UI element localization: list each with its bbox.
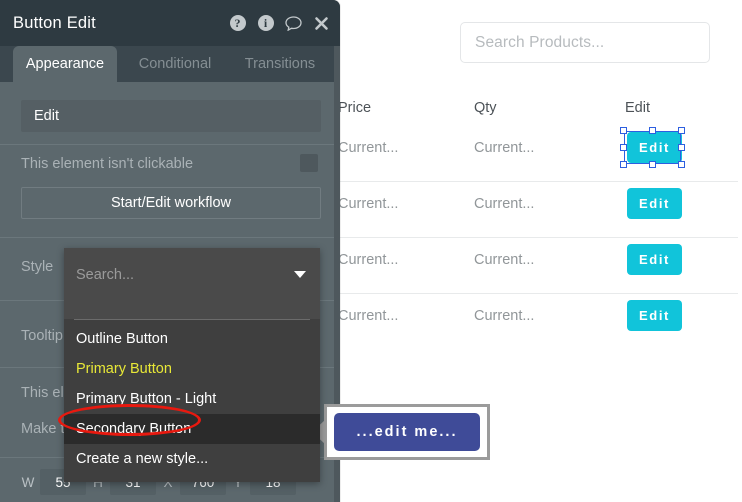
table-row: Current... Current... Edit: [330, 294, 742, 350]
section-divider: [0, 237, 340, 238]
cell-price: Current...: [338, 196, 399, 212]
row-edit-button[interactable]: Edit: [627, 244, 682, 275]
tab-appearance[interactable]: Appearance: [13, 46, 117, 82]
search-products-placeholder: Search Products...: [475, 33, 605, 51]
style-search-input[interactable]: Search...: [64, 248, 320, 301]
tab-transitions[interactable]: Transitions: [230, 46, 330, 82]
chevron-down-icon[interactable]: [294, 271, 306, 278]
style-option-primary-button-light[interactable]: Primary Button - Light: [64, 384, 320, 414]
comment-icon[interactable]: [285, 15, 302, 32]
table-row: Current... Current... Edit: [330, 238, 742, 294]
table-row: Current... Current... Edit: [330, 182, 742, 238]
preview-button: ...edit me...: [334, 413, 480, 451]
table-header-price: Price: [338, 100, 372, 116]
button-text-input[interactable]: Edit: [21, 100, 321, 132]
close-icon[interactable]: [313, 15, 330, 32]
resize-handle-top-left[interactable]: [620, 127, 627, 134]
dropdown-spacer: [64, 301, 320, 319]
not-clickable-label: This element isn't clickable: [21, 156, 194, 172]
cell-price: Current...: [338, 140, 399, 156]
style-preview-popup: ...edit me...: [324, 404, 490, 460]
style-dropdown[interactable]: Search... Outline Button Primary Button …: [64, 248, 320, 482]
selection-handles[interactable]: [620, 127, 685, 168]
table-header-edit: Edit: [625, 100, 650, 116]
section-divider: [0, 144, 340, 145]
style-option-list: Outline Button Primary Button Primary Bu…: [64, 320, 320, 482]
resize-handle-bottom-right[interactable]: [678, 161, 685, 168]
table-header-qty: Qty: [474, 100, 497, 116]
start-edit-workflow-button[interactable]: Start/Edit workflow: [21, 187, 321, 219]
search-products-input[interactable]: Search Products...: [460, 22, 710, 63]
row-edit-button[interactable]: Edit: [627, 300, 682, 331]
style-label: Style: [21, 259, 54, 275]
page-title: Button Edit: [13, 13, 96, 32]
style-option-outline-button[interactable]: Outline Button: [64, 324, 320, 354]
resize-handle-top-center[interactable]: [648, 127, 656, 134]
cell-price: Current...: [338, 308, 399, 324]
row-edit-button[interactable]: Edit: [627, 188, 682, 219]
info-icon[interactable]: i: [257, 15, 274, 32]
resize-handle-top-right[interactable]: [678, 127, 685, 134]
help-icon[interactable]: ?: [229, 15, 246, 32]
cell-price: Current...: [338, 252, 399, 268]
resize-handle-middle-right[interactable]: [678, 143, 685, 151]
cell-qty: Current...: [474, 252, 535, 268]
resize-handle-middle-left[interactable]: [620, 143, 627, 151]
cell-qty: Current...: [474, 196, 535, 212]
style-search-placeholder: Search...: [76, 266, 135, 283]
not-clickable-checkbox[interactable]: [300, 154, 318, 172]
style-option-secondary-button[interactable]: Secondary Button: [64, 414, 320, 444]
width-label: W: [21, 474, 35, 490]
resize-handle-bottom-left[interactable]: [620, 161, 627, 168]
panel-tabs: Appearance Conditional Transitions: [0, 46, 340, 82]
tab-conditional[interactable]: Conditional: [125, 46, 225, 82]
panel-header-icons: ? i: [229, 0, 330, 46]
cell-qty: Current...: [474, 308, 535, 324]
panel-header: Button Edit ? i: [0, 0, 340, 46]
style-option-primary-button[interactable]: Primary Button: [64, 354, 320, 384]
cell-qty: Current...: [474, 140, 535, 156]
resize-handle-bottom-center[interactable]: [648, 161, 656, 168]
style-option-create-new-style[interactable]: Create a new style...: [64, 444, 320, 474]
